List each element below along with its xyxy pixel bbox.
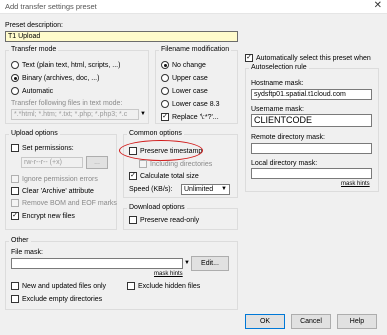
chevron-down-icon: ▼ [221, 186, 227, 192]
radio-label: Lower case [172, 87, 208, 95]
checkbox-label: Calculate total size [140, 172, 199, 180]
checkbox-label: Exclude empty directories [22, 295, 103, 303]
exclude-hidden-checkbox[interactable]: Exclude hidden files [127, 281, 200, 291]
autoselection-rule-legend: Autoselection rule [251, 64, 307, 71]
checkbox-label: Set permissions: [22, 144, 74, 152]
download-options-legend: Download options [129, 204, 185, 211]
radio-icon [161, 87, 169, 95]
username-mask-label: Username mask: [251, 106, 304, 113]
checkbox-icon: ✓ [245, 54, 253, 62]
hostname-mask-input[interactable]: sydsftp01.spatial.t1cloud.com [251, 89, 372, 100]
file-mask-hints-link[interactable]: mask hints [154, 271, 183, 277]
permissions-more-button[interactable]: ... [86, 156, 108, 169]
checkbox-icon [127, 282, 135, 290]
filename-no-change-radio[interactable]: No change [161, 60, 206, 70]
checkbox-label: Including directories [150, 160, 213, 168]
checkbox-icon [11, 295, 19, 303]
title-bar: Add transfer settings preset ✕ [0, 0, 387, 14]
transfer-mode-legend: Transfer mode [11, 46, 57, 53]
ignore-permission-errors-checkbox[interactable]: Ignore permission errors [11, 174, 98, 184]
transfer-mode-text-radio[interactable]: Text (plain text, html, scripts, ...) [11, 60, 120, 70]
checkbox-label: Preserve read-only [140, 216, 200, 224]
radio-icon [11, 74, 19, 82]
common-options-legend: Common options [129, 130, 182, 137]
speed-value: Unlimited [184, 186, 214, 193]
speed-select[interactable]: Unlimited ▼ [181, 184, 230, 195]
radio-icon [11, 61, 19, 69]
highlight-ellipse [119, 140, 203, 161]
transfer-mode-binary-radio[interactable]: Binary (archives, doc, ...) [11, 73, 99, 83]
radio-label: Upper case [172, 74, 208, 82]
preset-description-input[interactable]: T1 Upload [5, 31, 238, 42]
autoselect-mask-hints-link[interactable]: mask hints [341, 181, 370, 187]
new-updated-only-checkbox[interactable]: New and updated files only [11, 281, 106, 291]
radio-label: Lower case 8.3 [172, 100, 220, 108]
checkbox-icon: ✓ [11, 212, 19, 220]
window-title: Add transfer settings preset [5, 2, 97, 11]
close-icon[interactable]: ✕ [374, 0, 382, 11]
checkbox-label: Remove BOM and EOF marks [22, 199, 117, 207]
checkbox-icon [139, 160, 147, 168]
filename-lower-case-radio[interactable]: Lower case [161, 86, 208, 96]
username-mask-input[interactable]: CLIENTCODE [251, 114, 372, 127]
checkbox-label: Replace '\:*?'... [172, 113, 219, 121]
preset-description-label: Preset description: [5, 22, 63, 29]
checkbox-label: Ignore permission errors [22, 175, 98, 183]
filename-modification-legend: Filename modification [161, 46, 230, 53]
remove-bom-checkbox[interactable]: Remove BOM and EOF marks [11, 198, 117, 208]
exclude-empty-dirs-checkbox[interactable]: Exclude empty directories [11, 294, 102, 304]
transfer-mode-automatic-radio[interactable]: Automatic [11, 86, 53, 96]
checkbox-label: Clear 'Archive' attribute [22, 187, 94, 195]
local-directory-mask-label: Local directory mask: [251, 160, 318, 167]
upload-options-legend: Upload options [11, 130, 58, 137]
filename-upper-case-radio[interactable]: Upper case [161, 73, 208, 83]
help-button[interactable]: Help [337, 314, 377, 329]
checkbox-icon [11, 175, 19, 183]
file-mask-dropdown-icon[interactable]: ▼ [184, 259, 190, 268]
auto-select-checkbox[interactable]: ✓ Automatically select this preset when [245, 53, 371, 63]
file-mask-input[interactable] [11, 258, 183, 269]
checkbox-icon [11, 187, 19, 195]
checkbox-icon [11, 282, 19, 290]
local-directory-mask-input[interactable] [251, 168, 372, 179]
ok-button[interactable]: OK [245, 314, 285, 329]
radio-icon [161, 74, 169, 82]
radio-label: No change [172, 61, 206, 69]
clear-archive-checkbox[interactable]: Clear 'Archive' attribute [11, 186, 94, 196]
checkbox-label: Exclude hidden files [138, 282, 201, 290]
filename-lower-case-83-radio[interactable]: Lower case 8.3 [161, 99, 219, 109]
radio-label: Binary (archives, doc, ...) [22, 74, 100, 82]
preserve-readonly-checkbox[interactable]: Preserve read-only [129, 215, 199, 225]
speed-label: Speed (KB/s): [129, 186, 173, 193]
checkbox-icon [11, 144, 19, 152]
checkbox-icon [11, 199, 19, 207]
radio-label: Text (plain text, html, scripts, ...) [22, 61, 121, 69]
remote-directory-mask-input[interactable] [251, 143, 372, 154]
radio-icon [161, 100, 169, 108]
mask-dropdown-icon[interactable]: ▼ [140, 110, 146, 119]
other-legend: Other [11, 237, 29, 244]
file-mask-label: File mask: [11, 249, 43, 256]
remote-directory-mask-label: Remote directory mask: [251, 134, 325, 141]
replace-special-chars-checkbox[interactable]: ✓ Replace '\:*?'... [161, 112, 219, 122]
hostname-mask-label: Hostname mask: [251, 80, 304, 87]
text-mode-mask-input[interactable]: *.*html; *.htm; *.txt; *.php; *.php3; *.… [11, 109, 139, 120]
edit-button[interactable]: Edit... [191, 256, 229, 271]
calculate-total-size-checkbox[interactable]: ✓ Calculate total size [129, 171, 199, 181]
encrypt-new-files-checkbox[interactable]: ✓ Encrypt new files [11, 211, 75, 221]
checkbox-icon [129, 216, 137, 224]
text-mode-mask-label: Transfer following files in text mode: [11, 100, 123, 107]
radio-label: Automatic [22, 87, 54, 95]
set-permissions-checkbox[interactable]: Set permissions: [11, 143, 74, 153]
radio-icon [161, 61, 169, 69]
radio-icon [11, 87, 19, 95]
checkbox-icon: ✓ [129, 172, 137, 180]
checkbox-label: Encrypt new files [22, 212, 75, 220]
cancel-button[interactable]: Cancel [291, 314, 331, 329]
checkbox-icon: ✓ [161, 113, 169, 121]
permissions-input[interactable]: rw-r--r-- (+x) [21, 157, 83, 168]
checkbox-label: New and updated files only [22, 282, 107, 290]
checkbox-label: Automatically select this preset when [256, 54, 371, 62]
including-directories-checkbox[interactable]: Including directories [139, 159, 212, 169]
